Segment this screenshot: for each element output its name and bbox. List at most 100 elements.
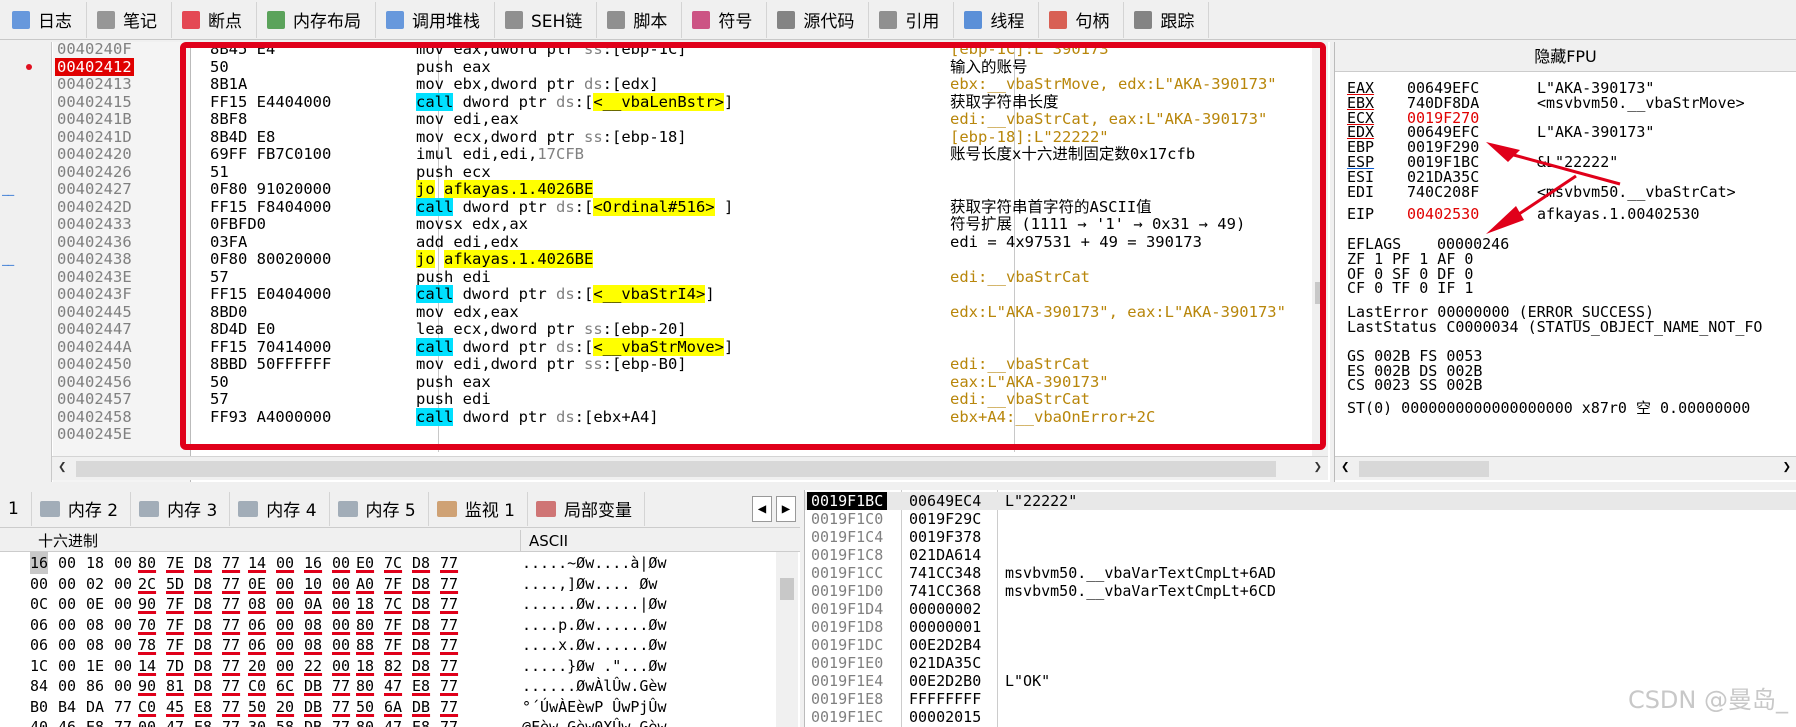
stack-row[interactable]: 0019F1C0 0019F29C [805, 510, 1796, 528]
stack-address: 0019F1BC [807, 492, 888, 510]
tab-memory-map[interactable]: 内存布局 [257, 1, 376, 38]
dump-byte: 00 [58, 656, 77, 675]
instruction-bytes: FF93 A4000000 [210, 407, 332, 426]
tab-threads[interactable]: 线程 [954, 1, 1040, 38]
instruction-text: jo afkayas.1.4026BE [416, 250, 594, 268]
dump-ascii: @Fèw.Gèw0XÛw.Gèw [522, 718, 667, 727]
dump-tab-2[interactable]: 内存 3 [131, 491, 231, 526]
threads-icon [964, 10, 983, 29]
scroll-thumb[interactable] [76, 461, 1276, 477]
tab-trace[interactable]: 跟踪 [1124, 1, 1210, 38]
tab-symbol[interactable]: 符号 [682, 1, 768, 38]
dump-tab-5[interactable]: 监视 1 [429, 491, 528, 526]
register-esp[interactable]: ESP 0019F1BC &L"22222" [1347, 154, 1618, 170]
disasm-row[interactable]: 0040243E 57 push edi edi:__vbaStrCat [0, 268, 1330, 286]
disasm-row[interactable]: 0040244A FF15 70414000 call dword ptr ds:[… [0, 337, 1330, 356]
disasm-row[interactable]: 0040241D 8B4D E8 mov ecx,dword ptr ss:[ebp… [0, 128, 1330, 146]
tab-label: 脚本 [633, 12, 668, 32]
tab-handles[interactable]: 句柄 [1039, 1, 1125, 38]
stack-row[interactable]: 0019F1C4 0019F378 [805, 528, 1796, 546]
disasm-horizontal-scrollbar[interactable]: ❮ ❯ [52, 456, 1328, 480]
regs-horizontal-scrollbar[interactable]: ❮ ❯ [1335, 456, 1796, 480]
instruction-text: add edi,edx [416, 233, 519, 251]
instruction-comment: edx:L"AKA-390173", eax:L"AKA-390173" [950, 302, 1286, 321]
stack-row[interactable]: 0019F1C8 021DA614 [805, 546, 1796, 564]
disasm-row[interactable]: 00402450 8BBD 50FFFFFF mov edi,dword ptr s… [0, 355, 1330, 373]
scroll-left-icon[interactable]: ❮ [1341, 459, 1349, 475]
memory-dump-pane[interactable]: 十六进制 ASCII 16 00 18 00 80 7E D8 77 14 00 16 00 E0 7C D… [0, 530, 800, 727]
dump-byte: 00 [114, 677, 133, 695]
instruction-bytes: 03FA [210, 232, 248, 251]
dump-vertical-scrollbar[interactable] [776, 552, 798, 727]
tab-seh[interactable]: SEH链 [495, 1, 598, 38]
seh-icon [505, 10, 523, 29]
dump-byte: 06 [30, 636, 49, 654]
disassembly-pane[interactable]: ❮ ❯ 0040240F 8B45 E4 mov eax,dword ptr ss:… [0, 42, 1330, 482]
disasm-row[interactable]: 00402447 8D4D E0 lea ecx,dword ptr ss:[ebp… [0, 320, 1330, 338]
disasm-row[interactable]: 0040241B 8BF8 mov edi,eax edi:__vbaStrCat, … [0, 110, 1330, 128]
stack-row[interactable]: 0019F1D8 00000001 [805, 618, 1796, 636]
instruction-token [435, 250, 444, 268]
dump-byte: D8 [412, 656, 431, 675]
scroll-right-icon[interactable]: ❯ [1783, 459, 1791, 475]
stack-row[interactable]: 0019F1BC 00649EC4 L"22222" [805, 492, 1796, 510]
tab-breakpoint[interactable]: 断点 [172, 1, 257, 38]
disasm-row[interactable]: 00402456 50 push eax eax:L"AKA-390173" [0, 373, 1330, 391]
stack-row[interactable]: 0019F1CC 741CC348 msvbvm50.__vbaVarTextCmp… [805, 564, 1796, 582]
stack-row[interactable]: 0019F1D0 741CC368 msvbvm50.__vbaVarTextCmp… [805, 582, 1796, 600]
tab-notes[interactable]: 笔记 [87, 1, 172, 38]
disasm-row[interactable]: 00402438 0F80 80020000 jo afkayas.1.4026BE [0, 250, 1330, 268]
tab-script[interactable]: 脚本 [597, 1, 683, 38]
instruction-bytes: FF15 E4404000 [210, 92, 332, 111]
stack-row[interactable]: 0019F1D4 00000002 [805, 600, 1796, 618]
disasm-row[interactable]: 0040240F 8B45 E4 mov eax,dword ptr ss:[ebp… [0, 42, 1330, 58]
tab-source[interactable]: 源代码 [767, 1, 870, 38]
dump-tab-6[interactable]: 局部变量 [528, 491, 645, 526]
dump-byte: 20 [276, 697, 295, 716]
dump-tab-3[interactable]: 内存 4 [230, 491, 330, 526]
hide-fpu-button[interactable]: 隐藏FPU [1335, 42, 1796, 72]
dump-tab-4[interactable]: 内存 5 [330, 491, 429, 526]
register-eip[interactable]: EIP 00402530 afkayas.1.00402530 [1347, 206, 1700, 222]
disasm-row[interactable]: 00402415 FF15 E4404000 call dword ptr ds:[… [0, 92, 1330, 111]
dump-byte: 80 [138, 554, 157, 572]
disasm-row[interactable]: 00402427 0F80 91020000 jo afkayas.1.4026BE [0, 180, 1330, 198]
tab-next-button[interactable]: ▶ [776, 496, 796, 522]
dump-byte: 00 [276, 554, 295, 572]
last-status: LastStatus C0000034 (STATUS_OBJECT_NAME_… [1347, 318, 1763, 336]
dump-ascii: .....~Øw....à|Øw [522, 554, 667, 572]
tab-call-stack[interactable]: 调用堆栈 [376, 1, 495, 38]
disasm-row[interactable]: 0040243F FF15 E0404000 call dword ptr ds:[… [0, 285, 1330, 303]
instruction-comment: 账号长度x十六进制固定数0x17cfb [950, 145, 1196, 163]
instruction-address: 00402445 [57, 302, 132, 321]
register-edx[interactable]: EDX 00649EFC L"AKA-390173" [1347, 124, 1654, 140]
disasm-row[interactable]: 0040242D FF15 F8404000 call dword ptr ds:[… [0, 197, 1330, 216]
scroll-thumb[interactable] [1359, 461, 1489, 477]
tab-log[interactable]: 日志 [2, 1, 87, 38]
tab-references[interactable]: 引用 [869, 1, 955, 38]
disasm-row[interactable]: 00402457 57 push edi edi:__vbaStrCat [0, 390, 1330, 408]
disasm-row[interactable]: 00402458 FF93 A4000000 call dword ptr ds:[… [0, 407, 1330, 426]
instruction-text: call dword ptr ds:[ebx+A4] [416, 407, 659, 426]
disasm-row[interactable]: 00402436 03FA add edi,edx edi = 4x97531 + 4… [0, 233, 1330, 251]
instruction-token: ds [583, 75, 603, 93]
register-edi[interactable]: EDI 740C208F <msvbvm50.__vbaStrCat> [1347, 184, 1736, 200]
stack-row[interactable]: 0019F1E0 021DA35C [805, 654, 1796, 672]
scroll-left-icon[interactable]: ❮ [58, 459, 66, 475]
disasm-row[interactable]: 00402426 51 push ecx [0, 163, 1330, 181]
instruction-text: call dword ptr ds:[<__vbaStrI4>] [416, 285, 715, 303]
instruction-token: ] [723, 337, 734, 356]
disasm-row[interactable]: 00402420 69FF FB7C0100 imul edi,edi,17CFB 账… [0, 145, 1330, 163]
dump-tab-1[interactable]: 内存 2 [32, 491, 132, 526]
stack-row[interactable]: 0019F1DC 00E2D2B4 [805, 636, 1796, 654]
disasm-row[interactable]: 00402412 50 push eax 输入的账号 [0, 57, 1330, 76]
disasm-row[interactable]: 0040245E [0, 425, 1330, 443]
instruction-token: mov eax,dword ptr [416, 42, 584, 58]
dump-tab-0[interactable]: 1 [0, 491, 32, 526]
disasm-row[interactable]: 00402413 8B1A mov ebx,dword ptr ds:[edx] eb… [0, 75, 1330, 93]
disasm-row[interactable]: 00402445 8BD0 mov edx,eax edx:L"AKA-390173"… [0, 303, 1330, 321]
scroll-right-icon[interactable]: ❯ [1314, 459, 1322, 475]
instruction-text: imul edi,edi,17CFB [416, 145, 584, 163]
disasm-row[interactable]: 00402433 0FBFD0 movsx edx,ax 符号扩展 (1111 → '… [0, 215, 1330, 233]
tab-prev-button[interactable]: ◀ [752, 496, 772, 522]
